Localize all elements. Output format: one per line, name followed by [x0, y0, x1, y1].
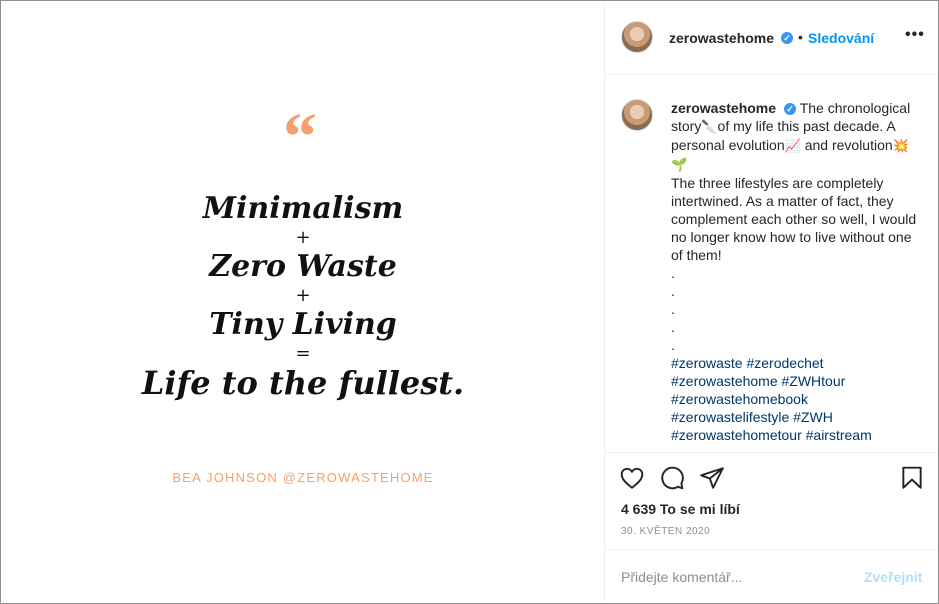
quote-line: Tiny Living	[209, 307, 397, 342]
verified-badge-icon: ✓	[781, 32, 793, 44]
quote-text: Minimalism + Zero Waste + Tiny Living = …	[2, 191, 603, 402]
hashtag-line[interactable]: #zerowastelifestyle #ZWH	[671, 409, 833, 425]
caption-dot: .	[671, 337, 675, 353]
post-modal: “ Minimalism + Zero Waste + Tiny Living …	[0, 0, 939, 604]
following-button[interactable]: Sledování	[808, 30, 874, 46]
hashtag-line[interactable]: #zerowastehometour #airstream	[671, 427, 872, 443]
caption-text: zerowastehome ✓ The chronological story🔪o…	[671, 99, 923, 444]
caption-dot: .	[671, 265, 675, 281]
comment-bar: Zveřejnit	[605, 549, 938, 603]
caption-body: The three lifestyles are completely inte…	[671, 175, 917, 263]
comment-input[interactable]	[621, 567, 841, 587]
quote-operator: +	[295, 227, 311, 248]
hashtag-line[interactable]: #zerowastehomebook	[671, 391, 808, 407]
header-username[interactable]: zerowastehome	[669, 30, 774, 46]
quote-line: Minimalism	[202, 191, 404, 226]
quote-mark: “	[283, 98, 317, 174]
caption-username[interactable]: zerowastehome	[671, 100, 776, 116]
more-options-icon[interactable]: •••	[905, 26, 925, 44]
post-comment-button[interactable]: Zveřejnit	[864, 569, 922, 585]
hashtag-line[interactable]: #zerowaste #zerodechet	[671, 355, 824, 371]
collision-emoji-icon: 💥	[892, 138, 909, 153]
quote-line: Life to the fullest.	[141, 364, 465, 402]
caption-dot: .	[671, 301, 675, 317]
verified-badge-icon: ✓	[784, 103, 797, 116]
post-date[interactable]: 30. KVĚTEN 2020	[621, 526, 710, 537]
likes-count[interactable]: 4 639 To se mi líbí	[621, 501, 740, 517]
comment-icon[interactable]	[659, 465, 685, 491]
post-sidebar: zerowastehome ✓ • Sledování ••• zerowast…	[604, 2, 938, 603]
quote-operator: +	[295, 285, 311, 306]
knife-emoji-icon: 🔪	[701, 119, 718, 134]
caption-avatar[interactable]	[621, 99, 653, 131]
separator-dot: •	[798, 29, 803, 45]
bookmark-icon[interactable]	[899, 465, 925, 491]
profile-avatar[interactable]	[621, 21, 653, 53]
quote-author: BEA JOHNSON @ZEROWASTEHOME	[172, 470, 434, 485]
share-icon[interactable]	[699, 465, 725, 491]
seedling-emoji-icon: 🌱	[671, 157, 688, 172]
chart-emoji-icon: 📈	[784, 138, 801, 153]
caption-dot: .	[671, 319, 675, 335]
caption-area: zerowastehome ✓ The chronological story🔪o…	[605, 75, 938, 451]
caption-dot: .	[671, 283, 675, 299]
quote-operator: =	[295, 343, 311, 364]
action-bar: 4 639 To se mi líbí 30. KVĚTEN 2020 Zveř…	[605, 452, 938, 603]
post-image[interactable]: “ Minimalism + Zero Waste + Tiny Living …	[2, 2, 603, 602]
hashtag-line[interactable]: #zerowastehome #ZWHtour	[671, 373, 845, 389]
caption-text-3: and revolution	[804, 137, 893, 153]
quote-line: Zero Waste	[209, 249, 397, 284]
heart-icon[interactable]	[619, 465, 645, 491]
post-header: zerowastehome ✓ • Sledování •••	[605, 2, 938, 75]
